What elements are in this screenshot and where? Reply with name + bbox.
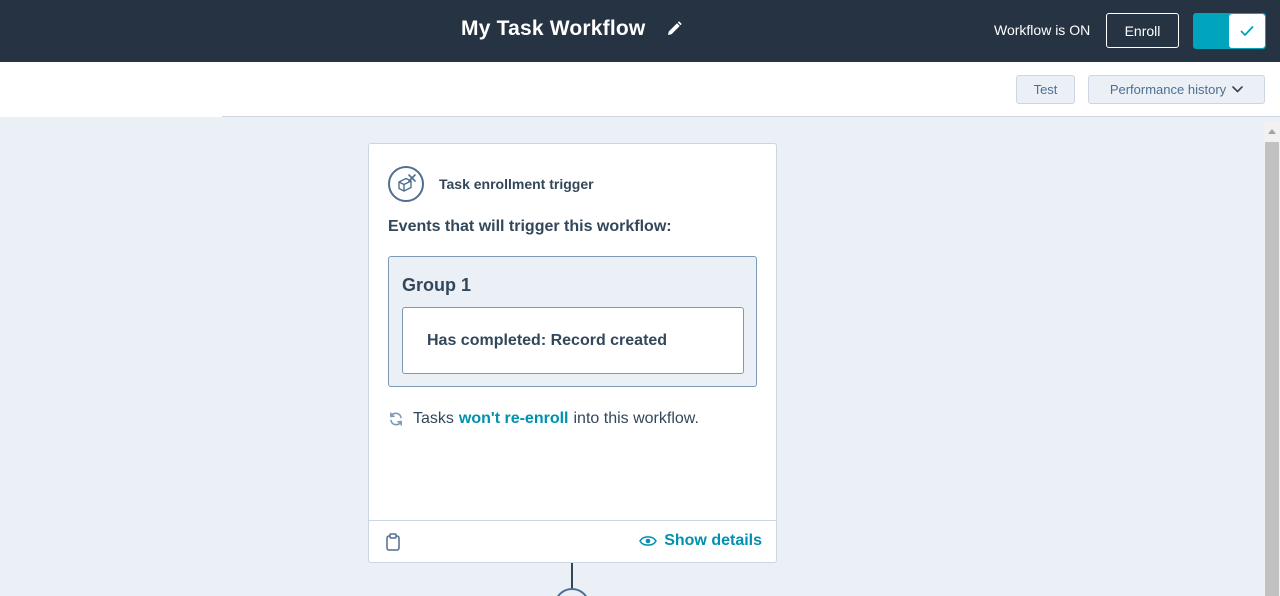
show-details-button[interactable]: Show details bbox=[639, 532, 762, 550]
group-title: Group 1 bbox=[402, 275, 472, 295]
scroll-up-arrow-icon[interactable] bbox=[1264, 122, 1280, 140]
condition-text: Has completed: Record created bbox=[427, 332, 668, 349]
secondary-toolbar: Test Performance history bbox=[0, 62, 1280, 117]
reenrollment-note: Tasks won't re-enroll into this workflow… bbox=[388, 410, 699, 428]
eye-icon bbox=[639, 536, 658, 546]
workflow-connector-line bbox=[571, 563, 573, 589]
events-heading: Events that will trigger this workflow: bbox=[388, 218, 672, 235]
enrollment-trigger-card[interactable]: Task enrollment trigger Events that will… bbox=[368, 143, 777, 563]
top-bar: My Task Workflow Workflow is ON Enroll bbox=[0, 0, 1280, 62]
show-details-label: Show details bbox=[664, 532, 762, 549]
add-action-node[interactable] bbox=[554, 588, 590, 596]
trigger-condition[interactable]: Has completed: Record created bbox=[402, 307, 744, 374]
performance-history-button[interactable]: Performance history bbox=[1088, 75, 1265, 104]
toggle-knob bbox=[1229, 14, 1265, 48]
vertical-scrollbar[interactable] bbox=[1264, 122, 1280, 596]
workflow-title: My Task Workflow bbox=[461, 17, 646, 40]
test-button[interactable]: Test bbox=[1016, 75, 1075, 104]
workflow-status: Workflow is ON bbox=[994, 22, 1091, 38]
reenroll-settings-link[interactable]: won't re-enroll bbox=[459, 410, 569, 428]
clipboard-icon[interactable] bbox=[386, 533, 400, 551]
refresh-icon bbox=[390, 412, 402, 426]
reenroll-prefix: Tasks bbox=[413, 410, 454, 427]
reenroll-suffix: into this workflow. bbox=[573, 410, 699, 427]
trigger-type-label: Task enrollment trigger bbox=[439, 176, 594, 192]
performance-history-label: Performance history bbox=[1109, 82, 1227, 97]
check-icon bbox=[1240, 26, 1254, 36]
workflow-on-toggle[interactable] bbox=[1193, 13, 1266, 49]
workflow-title-wrap: My Task Workflow bbox=[461, 17, 683, 41]
chevron-down-icon bbox=[1232, 86, 1243, 93]
enroll-button[interactable]: Enroll bbox=[1106, 13, 1179, 48]
card-footer: Show details bbox=[369, 520, 776, 562]
scrollbar-thumb[interactable] bbox=[1265, 142, 1279, 596]
task-trigger-icon bbox=[388, 166, 424, 202]
pencil-icon[interactable] bbox=[665, 20, 683, 38]
toolbar-left-area bbox=[0, 62, 222, 117]
trigger-group: Group 1 Has completed: Record created bbox=[388, 256, 757, 387]
